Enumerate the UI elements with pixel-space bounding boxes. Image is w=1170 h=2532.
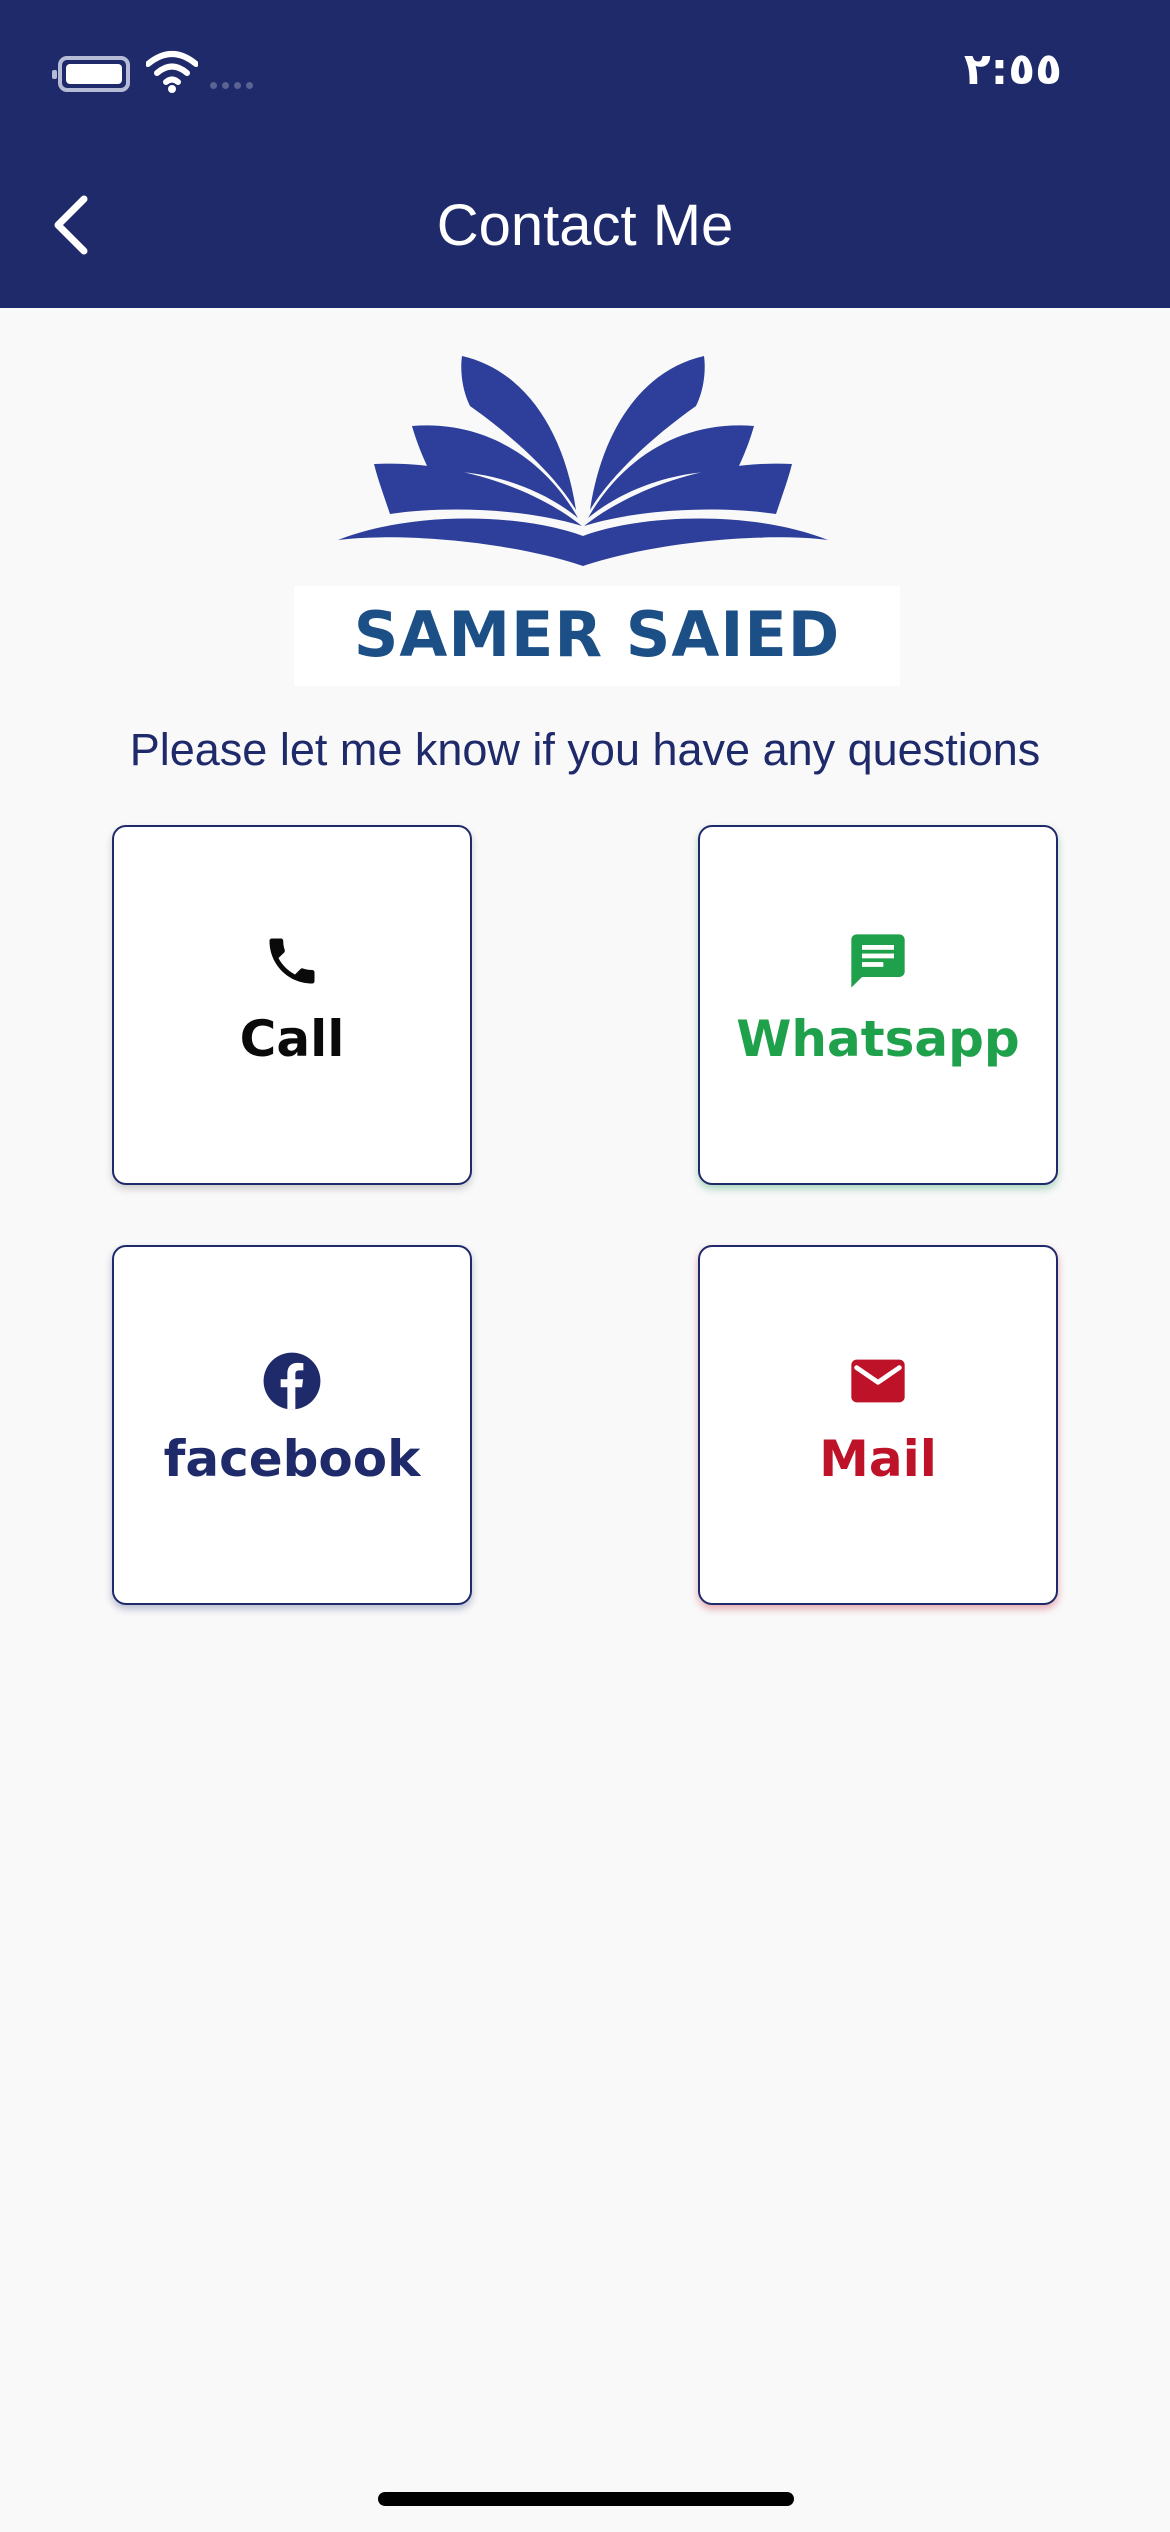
battery-icon <box>52 56 130 92</box>
phone-icon <box>260 929 324 993</box>
facebook-button[interactable]: facebook <box>112 1245 472 1605</box>
mail-button[interactable]: Mail <box>698 1245 1058 1605</box>
call-button[interactable]: Call <box>112 825 472 1185</box>
call-label: Call <box>239 1010 345 1068</box>
contact-screen: ٢:٥٥ Contact Me SAMER SAIED Please let m… <box>0 0 1170 2532</box>
page-title: Contact Me <box>436 193 734 258</box>
wifi-icon <box>146 51 198 93</box>
open-book-icon <box>338 356 828 566</box>
brand-logo: SAMER SAIED <box>294 350 900 686</box>
status-time: ٢:٥٥ <box>963 44 1062 95</box>
logo-text: SAMER SAIED <box>353 598 841 671</box>
whatsapp-button[interactable]: Whatsapp <box>698 825 1058 1185</box>
mail-label: Mail <box>819 1430 937 1488</box>
signal-icon <box>210 82 253 89</box>
chat-message-icon <box>846 929 910 993</box>
facebook-icon <box>260 1349 324 1413</box>
status-bar: ٢:٥٥ <box>0 0 1170 150</box>
envelope-icon <box>846 1349 910 1413</box>
home-indicator[interactable] <box>378 2492 794 2506</box>
whatsapp-label: Whatsapp <box>736 1010 1020 1068</box>
app-header: ٢:٥٥ Contact Me <box>0 0 1170 308</box>
contact-subtitle: Please let me know if you have any quest… <box>129 724 1041 775</box>
facebook-label: facebook <box>163 1430 421 1488</box>
